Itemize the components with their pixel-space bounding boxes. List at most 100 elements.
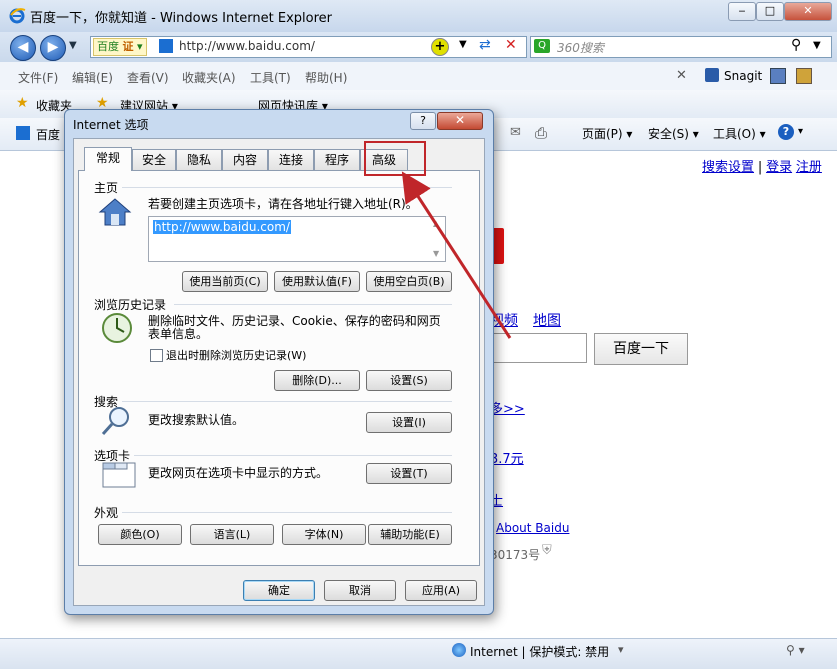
- site-badge: 百度 证 ▾: [93, 38, 147, 56]
- refresh-icon[interactable]: ⇄: [479, 37, 491, 53]
- close-window-button[interactable]: ✕: [784, 2, 832, 21]
- baidu-search-button[interactable]: 百度一下: [594, 333, 688, 365]
- history-dropdown-icon[interactable]: ▼: [69, 40, 77, 51]
- search-dropdown-icon[interactable]: ▼: [813, 40, 821, 51]
- history-desc-line2: 表单信息。: [148, 327, 209, 341]
- add-plus-icon[interactable]: +: [431, 38, 449, 56]
- snagit-icon: [705, 68, 719, 82]
- cmd-page-menu[interactable]: 页面(P) ▾: [582, 125, 632, 142]
- appearance-group-label: 外观: [94, 506, 119, 520]
- fonts-button[interactable]: 字体(N): [282, 524, 366, 545]
- menu-favorites[interactable]: 收藏夹(A): [182, 69, 236, 86]
- price-link[interactable]: 3.7元: [490, 448, 524, 467]
- help-icon[interactable]: ?: [778, 124, 794, 140]
- delete-on-exit-checkbox[interactable]: [150, 349, 163, 362]
- homepage-url: http://www.baidu.com/: [153, 220, 291, 234]
- snagit-label[interactable]: Snagit: [724, 69, 762, 83]
- help-dropdown-icon[interactable]: ▾: [798, 126, 803, 137]
- address-url[interactable]: http://www.baidu.com/: [179, 39, 315, 53]
- dialog-title: Internet 选项: [73, 118, 149, 132]
- tab-programs[interactable]: 程序: [314, 149, 360, 170]
- search-provider-icon: Q: [534, 39, 550, 53]
- tab-privacy[interactable]: 隐私: [176, 149, 222, 170]
- use-default-button[interactable]: 使用默认值(F): [274, 271, 360, 292]
- tabs-description: 更改网页在选项卡中显示的方式。: [148, 466, 329, 480]
- forward-arrow-icon[interactable]: ▶: [40, 35, 66, 61]
- icp-number: 30173号: [490, 548, 541, 562]
- map-link[interactable]: 地图: [533, 310, 561, 330]
- search-bar[interactable]: Q 360搜索 ⚲ ▼: [530, 36, 832, 58]
- history-settings-button[interactable]: 设置(S): [366, 370, 452, 391]
- search-description: 更改搜索默认值。: [148, 413, 245, 427]
- colors-button[interactable]: 颜色(O): [98, 524, 182, 545]
- use-current-button[interactable]: 使用当前页(C): [182, 271, 268, 292]
- maximize-button[interactable]: □: [756, 2, 784, 21]
- delete-on-exit-label: 退出时删除浏览历史记录(W): [166, 349, 307, 362]
- close-toolbar-icon[interactable]: ✕: [676, 68, 687, 83]
- window-title: 百度一下，你就知道 - Windows Internet Explorer: [30, 11, 332, 26]
- magnifier-icon: [100, 405, 132, 440]
- appearance-group-line: [122, 512, 452, 513]
- internet-zone-icon: [452, 643, 466, 657]
- address-bar[interactable]: 百度 证 ▾ http://www.baidu.com/ + ▼ ⇄ ✕: [90, 36, 527, 58]
- page-favicon-icon: [159, 39, 173, 53]
- tab-security[interactable]: 安全: [132, 149, 176, 170]
- minimize-button[interactable]: ‒: [728, 2, 756, 21]
- search-settings-link[interactable]: 搜索设置: [702, 160, 754, 175]
- house-icon: [98, 197, 132, 230]
- tabs-window-icon: [102, 459, 136, 492]
- read-mail-icon[interactable]: ✉: [510, 125, 521, 140]
- cmd-tools-menu[interactable]: 工具(O) ▾: [713, 125, 766, 142]
- search-settings-button[interactable]: 设置(I): [366, 412, 452, 433]
- menu-view[interactable]: 查看(V): [127, 69, 169, 86]
- dialog-close-button[interactable]: ✕: [437, 112, 483, 130]
- search-icon[interactable]: ⚲: [791, 37, 801, 53]
- about-baidu-link[interactable]: About Baidu: [496, 521, 569, 535]
- status-zone: Internet | 保护模式: 禁用: [470, 645, 610, 659]
- search-placeholder: 360搜索: [557, 41, 604, 55]
- history-clock-icon: [100, 311, 134, 348]
- address-dropdown-icon[interactable]: ▼: [459, 39, 467, 50]
- snagit-capture-icon[interactable]: [770, 68, 786, 84]
- tab-content[interactable]: 内容: [222, 149, 268, 170]
- tab-favicon-icon: [16, 126, 30, 140]
- menu-edit[interactable]: 编辑(E): [72, 69, 113, 86]
- home-description: 若要创建主页选项卡，请在各地址行键入地址(R)。: [148, 197, 418, 211]
- browser-tab[interactable]: 百度: [36, 126, 60, 143]
- site-badge-label: 百度: [97, 40, 119, 53]
- login-link[interactable]: 登录: [766, 160, 792, 175]
- tabs-settings-button[interactable]: 设置(T): [366, 463, 452, 484]
- tabs-group-line: [134, 455, 452, 456]
- annotation-arrow-icon: [401, 171, 512, 339]
- cmd-safety-menu[interactable]: 安全(S) ▾: [648, 125, 699, 142]
- dialog-help-button[interactable]: ?: [410, 112, 436, 130]
- zoom-dropdown-icon[interactable]: ▾: [618, 643, 624, 656]
- ok-button[interactable]: 确定: [243, 580, 315, 601]
- back-arrow-icon[interactable]: ◀: [10, 35, 36, 61]
- menu-file[interactable]: 文件(F): [18, 69, 58, 86]
- cancel-button[interactable]: 取消: [324, 580, 396, 601]
- tab-general[interactable]: 常规: [84, 147, 132, 171]
- stop-icon[interactable]: ✕: [505, 37, 517, 53]
- link-separator: |: [757, 160, 763, 175]
- ie-logo-icon: [8, 6, 26, 24]
- delete-history-button[interactable]: 删除(D)...: [274, 370, 360, 391]
- print-icon[interactable]: ⎙: [535, 124, 547, 142]
- police-badge-icon: ⛨: [542, 543, 552, 558]
- favorites-star-icon: ★: [16, 95, 29, 111]
- search-group-line: [122, 401, 452, 402]
- zoom-level-icon[interactable]: ⚲ ▾: [786, 643, 805, 657]
- status-bar: [0, 638, 837, 669]
- snagit-editor-icon[interactable]: [796, 68, 812, 84]
- home-group-label: 主页: [94, 181, 119, 195]
- more-link[interactable]: 多>>: [490, 398, 525, 417]
- certificate-badge: 证: [122, 40, 134, 53]
- top-links: 搜索设置 | 登录 注册: [702, 156, 822, 175]
- languages-button[interactable]: 语言(L): [190, 524, 274, 545]
- register-link[interactable]: 注册: [796, 160, 822, 175]
- accessibility-button[interactable]: 辅助功能(E): [368, 524, 452, 545]
- menu-tools[interactable]: 工具(T): [250, 69, 291, 86]
- tab-connections[interactable]: 连接: [268, 149, 314, 170]
- apply-button[interactable]: 应用(A): [405, 580, 477, 601]
- menu-help[interactable]: 帮助(H): [305, 69, 347, 86]
